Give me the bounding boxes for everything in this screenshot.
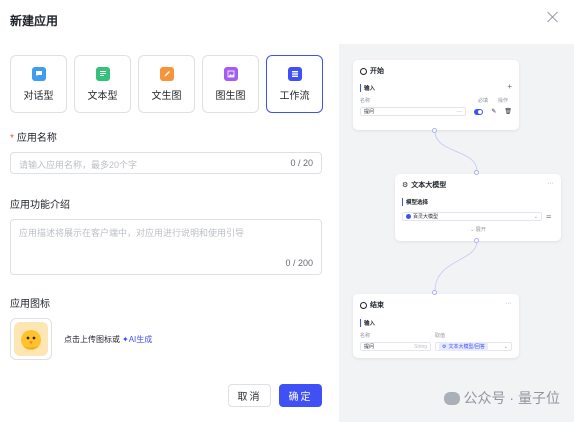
chevron-down-icon: ⌄ — [533, 213, 538, 220]
model-select[interactable]: 百灵大模型 ⌄ — [402, 212, 542, 221]
app-type-text-to-image[interactable]: 文生图 — [138, 55, 195, 113]
app-type-chat[interactable]: 对话型 — [10, 55, 67, 113]
end-col-value: 取值 — [435, 333, 446, 339]
app-type-image-to-image[interactable]: 图生图 — [202, 55, 259, 113]
start-col-required: 必填 — [478, 98, 489, 104]
end-icon — [360, 301, 367, 309]
dialog-title: 新建应用 — [10, 14, 59, 28]
end-input-port[interactable] — [432, 290, 437, 295]
brush-icon — [159, 66, 174, 81]
app-type-label: 文本型 — [87, 90, 118, 102]
delete-icon[interactable]: 🗑 — [504, 108, 512, 115]
app-icon-preview — [14, 322, 48, 356]
app-name-placeholder: 请输入应用名称，最多20个字 — [19, 160, 138, 170]
end-param-field[interactable]: 提问 String — [360, 342, 432, 351]
start-input-section: 输入 — [360, 84, 375, 92]
app-type-label: 对话型 — [23, 90, 54, 102]
cancel-button[interactable]: 取消 — [228, 384, 271, 407]
workflow-icon — [287, 66, 302, 81]
edit-icon[interactable]: ✎ — [491, 108, 496, 115]
app-type-label: 文生图 — [151, 90, 182, 102]
variable-tag: ⚙ 文本大模型/回答 — [439, 342, 488, 351]
required-toggle[interactable] — [473, 108, 484, 115]
model-settings-icon[interactable]: ⚌ — [546, 213, 551, 220]
workflow-preview: 开始 输入 + 名称 必填 操作 提问 — ✎ 🗑 ⚙ 文本大模型 ··· 模型… — [339, 44, 574, 422]
start-col-name: 名称 — [360, 98, 371, 104]
app-type-label: 工作流 — [279, 90, 310, 102]
add-icon[interactable]: + — [507, 83, 512, 92]
start-param-field[interactable]: 提问 — — [360, 107, 466, 116]
llm-input-port[interactable] — [474, 170, 479, 175]
create-app-dialog: 新建应用 对话型 文本型 文生图 图生图 工作流 * 应用名称 请输入应用名称，… — [0, 0, 574, 422]
start-icon — [360, 67, 367, 75]
expand-toggle[interactable]: ⌄ 展开 — [402, 226, 554, 233]
text-doc-icon — [95, 66, 110, 81]
app-name-input[interactable]: 请输入应用名称，最多20个字 0 / 20 — [10, 152, 322, 174]
image-icon — [223, 66, 238, 81]
app-icon-upload[interactable] — [10, 318, 52, 360]
app-desc-textarea[interactable]: 应用描述将展示在客户端中，对应用进行说明和使用引导 0 / 200 — [10, 219, 322, 275]
end-value-select[interactable]: ⚙ 文本大模型/回答 ⌄ — [435, 342, 512, 351]
upload-hint: 点击上传图标或 ✦AI生成 — [64, 334, 153, 344]
model-select-section: 模型选择 — [402, 198, 554, 206]
model-icon: ⚙ — [402, 182, 409, 189]
more-icon[interactable]: ··· — [547, 180, 554, 190]
app-name-label: * 应用名称 — [10, 133, 57, 144]
required-mark: * — [10, 133, 14, 144]
wechat-icon — [443, 391, 460, 405]
model-logo-icon — [406, 214, 411, 219]
start-output-port[interactable] — [432, 128, 437, 133]
confirm-button[interactable]: 确定 — [279, 384, 322, 407]
app-icon-label: 应用图标 — [10, 299, 50, 310]
chat-icon — [31, 66, 46, 81]
end-col-name: 名称 — [360, 333, 371, 339]
start-node-title: 开始 — [360, 66, 512, 76]
chick-avatar-icon — [21, 330, 41, 350]
app-type-text[interactable]: 文本型 — [74, 55, 131, 113]
start-node[interactable]: 开始 输入 + 名称 必填 操作 提问 — ✎ 🗑 — [353, 60, 519, 130]
app-name-counter: 0 / 20 — [290, 158, 313, 168]
app-desc-label: 应用功能介绍 — [10, 200, 70, 211]
model-tag-icon: ⚙ — [442, 343, 447, 350]
end-input-section: 输入 — [360, 319, 512, 327]
app-type-workflow[interactable]: 工作流 — [266, 55, 323, 113]
app-type-label: 图生图 — [215, 90, 246, 102]
app-desc-counter: 0 / 200 — [285, 258, 313, 268]
chevron-down-icon: ⌄ — [503, 343, 508, 350]
llm-node[interactable]: ⚙ 文本大模型 ··· 模型选择 百灵大模型 ⌄ ⚌ ⌄ 展开 — [395, 174, 561, 241]
watermark: 公众号 · 量子位 — [443, 388, 560, 408]
more-icon[interactable]: ··· — [505, 300, 512, 310]
start-col-action: 操作 — [498, 98, 509, 104]
app-desc-placeholder: 应用描述将展示在客户端中，对应用进行说明和使用引导 — [19, 228, 245, 238]
end-node[interactable]: 结束 ··· 输入 名称 取值 提问 String ⚙ 文本大模型/回答 ⌄ — [353, 294, 519, 358]
app-type-selector: 对话型 文本型 文生图 图生图 工作流 — [10, 55, 324, 113]
llm-node-title: ⚙ 文本大模型 — [402, 182, 447, 189]
end-node-title: 结束 — [360, 300, 384, 310]
llm-output-port[interactable] — [474, 238, 479, 243]
ai-generate-link[interactable]: ✦AI生成 — [122, 335, 152, 344]
close-icon[interactable] — [546, 10, 560, 24]
dialog-footer: 取消 确定 — [228, 384, 322, 407]
create-app-form: 对话型 文本型 文生图 图生图 工作流 * 应用名称 请输入应用名称，最多20个… — [10, 55, 324, 360]
